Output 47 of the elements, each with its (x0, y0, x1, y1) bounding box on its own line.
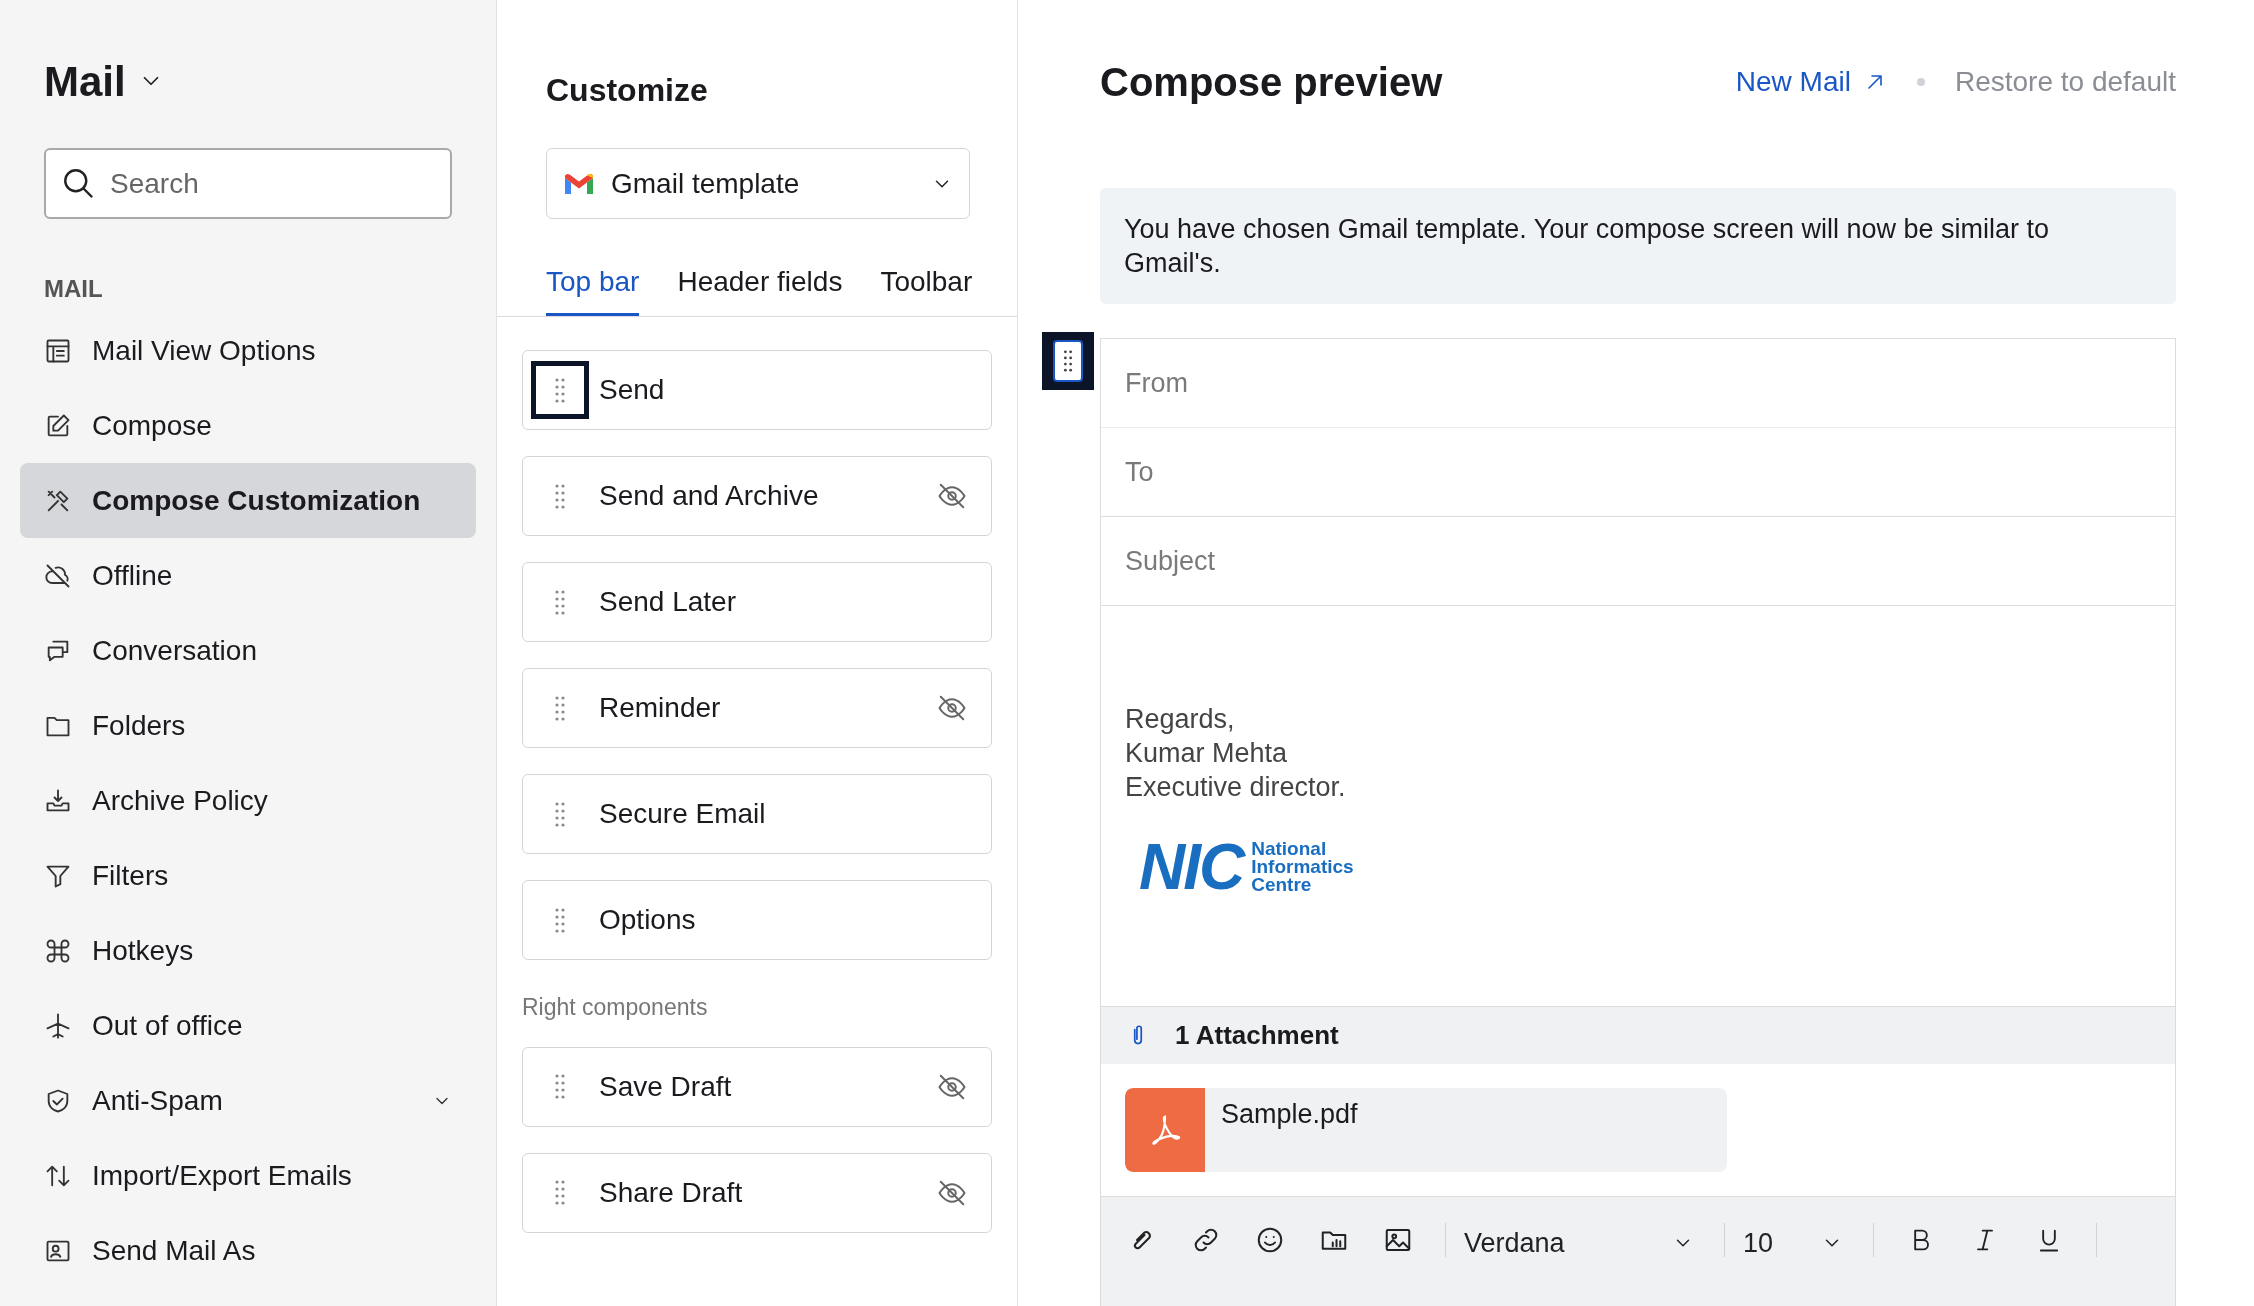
sidebar-item[interactable]: Mail View Options (20, 313, 476, 388)
sidebar-item[interactable]: Compose (20, 388, 476, 463)
signature-line: Kumar Mehta (1125, 737, 1289, 770)
size-dropdown[interactable]: 10 (1743, 1223, 1843, 1264)
drag-handle[interactable] (531, 361, 589, 419)
preview-title: Compose preview (1100, 59, 1444, 106)
sidebar-item[interactable]: Hotkeys (20, 913, 476, 988)
sidebar-item[interactable]: Import/Export Emails (20, 1138, 476, 1213)
search-field[interactable]: Search (44, 148, 452, 219)
section-label: MAIL (43, 274, 104, 304)
tab[interactable]: Toolbar (880, 261, 973, 316)
section-label: Right components (522, 993, 709, 1022)
info-message: You have chosen Gmail template. Your compose screen will now be similar to Gmail's. (1100, 188, 2176, 304)
sidebar-item[interactable]: Compose Customization (20, 463, 476, 538)
sidebar-item[interactable]: Conversation (20, 613, 476, 688)
template-dropdown[interactable]: Gmail template (546, 148, 970, 219)
tab[interactable]: Header fields (677, 261, 843, 316)
sidebar-item[interactable]: Archive Policy (20, 763, 476, 838)
component-card[interactable]: Reminder (522, 668, 992, 748)
drag-dots-icon (1061, 348, 1075, 374)
tab[interactable]: Top bar (546, 261, 640, 316)
component-card[interactable]: Send Later (522, 562, 992, 642)
sidebar-item[interactable]: Folders (20, 688, 476, 763)
signature-line: Executive director. (1125, 771, 1347, 804)
pdf-icon (1125, 1088, 1205, 1172)
signature-line: Regards, (1125, 703, 1236, 736)
new-mail-link[interactable]: New Mail (1735, 61, 1887, 103)
attachment-file[interactable]: Sample.pdf (1125, 1088, 1727, 1172)
component-card[interactable]: Send (522, 350, 992, 430)
sidebar-item[interactable]: Out of office (20, 988, 476, 1063)
gmail-icon (563, 171, 595, 196)
component-card[interactable]: Send and Archive (522, 456, 992, 536)
sidebar-item[interactable]: Offline (20, 538, 476, 613)
component-card[interactable]: Secure Email (522, 774, 992, 854)
sidebar-item[interactable]: Filters (20, 838, 476, 913)
component-card[interactable]: Save Draft (522, 1046, 992, 1127)
component-card[interactable]: Share Draft (522, 1152, 992, 1233)
emoji-icon (1255, 1225, 1285, 1255)
sidebar-item[interactable]: Anti-Spam (20, 1063, 476, 1138)
panel-title: Customize (546, 71, 709, 106)
airplane-icon (44, 1011, 72, 1040)
component-card[interactable]: Options (522, 880, 992, 960)
sidebar-item[interactable]: Send Mail As (20, 1213, 476, 1288)
app-title: Mail (44, 56, 126, 107)
attachment-header: 1 Attachment (1101, 1006, 2175, 1064)
drag-handle[interactable] (1042, 332, 1094, 390)
font-dropdown[interactable]: Verdana (1464, 1223, 1694, 1264)
